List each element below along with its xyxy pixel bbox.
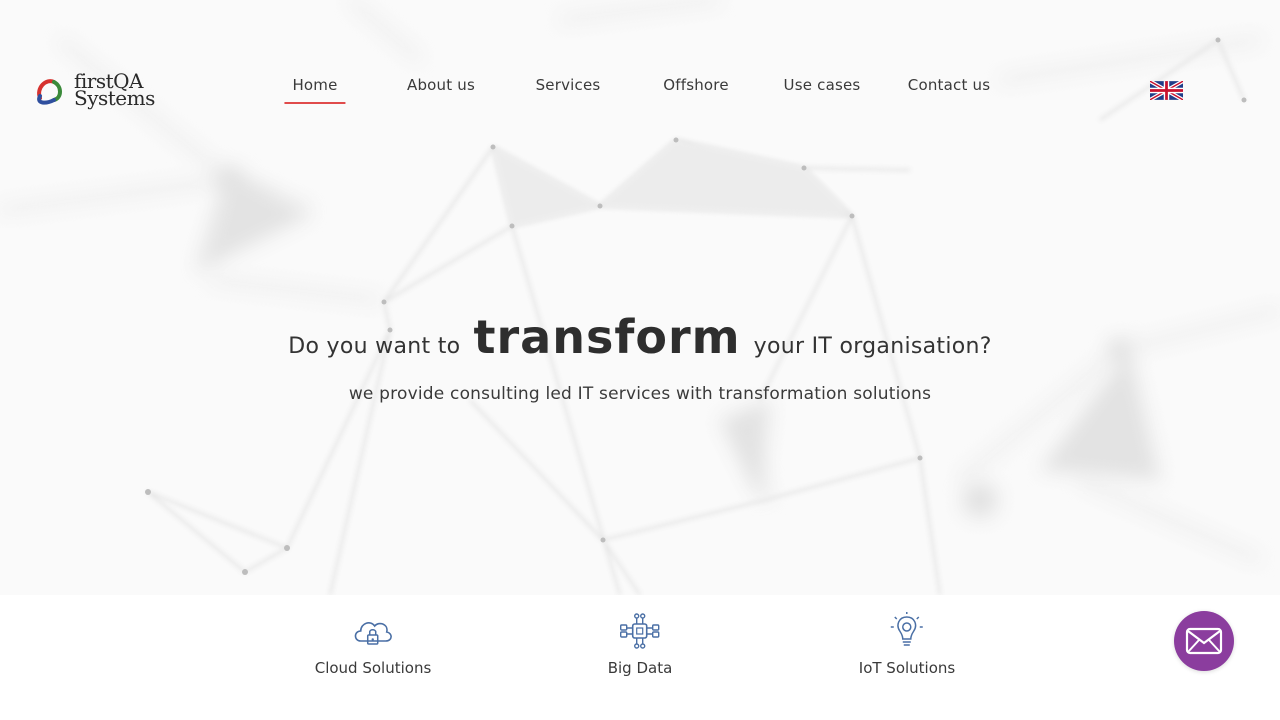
features-bar: Cloud Solutions Big Data IoT Solutions: [0, 595, 1280, 720]
feature-label: Cloud Solutions: [314, 659, 432, 677]
nav-item-use-cases[interactable]: Use cases: [784, 76, 861, 104]
feature-cloud-solutions[interactable]: Cloud Solutions: [314, 611, 432, 677]
hero-section: firstQA Systems Home About us Services O…: [0, 0, 1280, 595]
page: firstQA Systems Home About us Services O…: [0, 0, 1280, 720]
nav-item-contact-us[interactable]: Contact us: [908, 76, 990, 104]
cloud-lock-icon: [354, 622, 393, 645]
main-nav: Home About us Services Offshore Use case…: [0, 76, 1280, 110]
headline-before: Do you want to: [288, 334, 461, 359]
headline-after: your IT organisation?: [753, 334, 992, 359]
nav-item-about-us[interactable]: About us: [407, 76, 475, 104]
feature-label: Big Data: [607, 659, 673, 677]
nav-item-services[interactable]: Services: [536, 76, 601, 104]
uk-flag-icon[interactable]: [1150, 81, 1183, 100]
feature-big-data[interactable]: Big Data: [607, 611, 673, 677]
envelope-icon: [1185, 627, 1223, 655]
feature-iot-solutions[interactable]: IoT Solutions: [859, 611, 955, 677]
headline-emphasis: transform: [473, 310, 741, 364]
hero-subline: we provide consulting led IT services wi…: [348, 384, 932, 404]
feature-label: IoT Solutions: [858, 659, 956, 677]
nav-item-home[interactable]: Home: [284, 76, 346, 104]
hero-headline: Do you want to transform your IT organis…: [0, 310, 1280, 364]
lightbulb-icon: [890, 612, 923, 646]
network-chip-icon: [620, 613, 660, 649]
nav-item-offshore[interactable]: Offshore: [663, 76, 729, 104]
contact-mail-button[interactable]: [1174, 611, 1234, 671]
